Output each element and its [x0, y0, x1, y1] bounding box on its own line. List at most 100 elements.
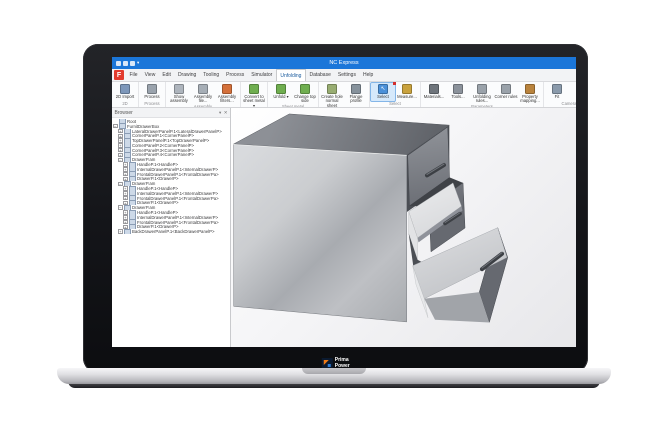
create-hole-normal-sheet-icon: [327, 84, 337, 94]
collapse-icon[interactable]: −: [118, 182, 123, 187]
ribbon-group-parameters: Materials... Tools... Unfolding rules...Co…: [421, 82, 544, 107]
quick-access-toolbar: ▾: [116, 61, 139, 66]
quick-undo-icon[interactable]: [123, 61, 128, 66]
top-button[interactable]: Top ▾: [569, 83, 576, 101]
button-label: Materials...: [424, 95, 444, 100]
measure-button[interactable]: Measure...: [395, 83, 419, 101]
fit-button[interactable]: Fit: [545, 83, 569, 101]
button-label: 2D Import: [116, 95, 134, 100]
collapse-icon[interactable]: −: [113, 124, 118, 129]
measure-icon: [402, 84, 412, 94]
corner-rules-button[interactable]: Corner rules: [494, 83, 518, 104]
tree-item-label: BackDrawerPanelP.1<BackDrawerPanelP>: [132, 229, 215, 234]
pin-icon[interactable]: ▾: [219, 110, 221, 116]
quick-access-caret-icon[interactable]: ▾: [137, 61, 139, 66]
tab-edit[interactable]: Edit: [159, 69, 175, 81]
button-label: Unfold ▾: [273, 95, 288, 100]
unfold-icon: [276, 84, 286, 94]
laptop-screen-shell: ▾ NC Express F FileViewEditDrawingToolin…: [83, 44, 588, 373]
collapse-icon[interactable]: −: [118, 158, 123, 163]
quick-redo-icon[interactable]: [130, 61, 135, 66]
unfolding-rules-icon: [477, 84, 487, 94]
ribbon-group-2d: 2D Import2D: [112, 82, 139, 107]
collapse-icon[interactable]: −: [118, 205, 123, 210]
tab-unfolding[interactable]: Unfolding: [276, 69, 306, 81]
browser-panel-title: Browser: [115, 110, 133, 116]
tab-tooling[interactable]: Tooling: [200, 69, 223, 81]
ribbon-group-assembly: Show assemblyAssembly file...Assembly fi…: [166, 82, 241, 107]
select-button[interactable]: ↖Select: [371, 83, 395, 101]
ribbon-group-sheet-metal: Unfold ▾Change top sideSheet metal: [268, 82, 319, 107]
laptop-base-notch: [302, 368, 366, 374]
change-top-side-icon: [300, 84, 310, 94]
tab-drawing[interactable]: Drawing: [174, 69, 199, 81]
ribbon-group-process: ProcessProcess: [139, 82, 166, 107]
window-title: NC Express: [329, 60, 358, 66]
button-label: Process: [144, 95, 159, 100]
unfolding-rules-button[interactable]: Unfolding rules...: [470, 83, 494, 104]
tab-database[interactable]: Database: [306, 69, 334, 81]
quick-save-icon[interactable]: [116, 61, 121, 66]
tab-process[interactable]: Process: [223, 69, 248, 81]
button-label: Property mapping...: [518, 95, 542, 104]
2d-import-button[interactable]: 2D Import: [113, 83, 137, 101]
tools-icon: [453, 84, 463, 94]
menu-tab-row: F FileViewEditDrawingToolingProcessSimul…: [112, 69, 576, 82]
ribbon-group-part: Convert to sheet metal ▾Part: [241, 82, 268, 107]
property-mapping-icon: [525, 84, 535, 94]
tools-button[interactable]: Tools...: [446, 83, 470, 104]
button-label: Flange profile: [344, 95, 368, 104]
button-label: Fit: [555, 95, 560, 100]
button-label: Corner rules: [494, 95, 517, 100]
assembly-file-icon: [198, 84, 208, 94]
corner-rules-icon: [501, 84, 511, 94]
change-top-side-button[interactable]: Change top side: [293, 83, 317, 104]
fit-icon: [552, 84, 562, 94]
tab-settings[interactable]: Settings: [334, 69, 359, 81]
cabinet-3d-model: [231, 108, 576, 347]
2d-import-icon: [120, 84, 130, 94]
laptop-base: [57, 368, 611, 384]
convert-to-sheet-metal-button[interactable]: Convert to sheet metal ▾: [242, 83, 266, 108]
button-label: Select: [377, 95, 389, 100]
tree-item[interactable]: + BackDrawerPanelP.1<BackDrawerPanelP>: [112, 229, 230, 234]
close-icon[interactable]: ✕: [224, 110, 228, 116]
tab-help[interactable]: Help: [359, 69, 376, 81]
ribbon-group-flat-pattern: Create hole normal sheetFlange profileFl…: [319, 82, 370, 107]
ribbon-group-camera: FitTop ▾Camera: [544, 82, 576, 107]
show-assembly-button[interactable]: Show assembly: [167, 83, 191, 104]
assembly-file-button[interactable]: Assembly file...: [191, 83, 215, 104]
menu-tabs: FileViewEditDrawingToolingProcessSimulat…: [126, 69, 377, 81]
workspace: Browser ▾ ✕ Root−FurnitDrawerBox+Lateral…: [112, 108, 576, 347]
button-label: Assembly filters...: [215, 95, 239, 104]
ribbon-group-label: Select: [371, 101, 419, 107]
button-label: Unfolding rules...: [470, 95, 494, 104]
button-label: Convert to sheet metal ▾: [242, 95, 266, 109]
assembly-filters-button[interactable]: Assembly filters...: [215, 83, 239, 104]
app-logo-icon[interactable]: F: [114, 70, 124, 80]
page-background: ▾ NC Express F FileViewEditDrawingToolin…: [0, 0, 665, 436]
tab-view[interactable]: View: [141, 69, 159, 81]
tab-file[interactable]: File: [126, 69, 141, 81]
process-button[interactable]: Process: [140, 83, 164, 101]
flange-profile-button[interactable]: Flange profile: [344, 83, 368, 108]
tab-simulator[interactable]: Simulator: [248, 69, 276, 81]
part-icon: [124, 229, 131, 234]
ribbon-group-select: ↖SelectMeasure...Select: [370, 82, 421, 107]
button-label: Change top side: [293, 95, 317, 104]
window-titlebar: ▾ NC Express: [112, 57, 576, 69]
process-icon: [147, 84, 157, 94]
property-mapping-button[interactable]: Property mapping...: [518, 83, 542, 104]
flange-profile-icon: [351, 84, 361, 94]
materials-button[interactable]: Materials...: [422, 83, 446, 104]
model-tree: Root−FurnitDrawerBox+LateralDrawerPanelP…: [112, 118, 230, 347]
expand-icon[interactable]: +: [118, 229, 123, 234]
button-label: Create hole normal sheet: [320, 95, 344, 109]
unfold-button[interactable]: Unfold ▾: [269, 83, 293, 104]
button-label: Tools...: [451, 95, 464, 100]
show-assembly-icon: [174, 84, 184, 94]
browser-panel: Browser ▾ ✕ Root−FurnitDrawerBox+Lateral…: [112, 108, 231, 347]
viewport-3d[interactable]: [231, 108, 576, 347]
create-hole-normal-sheet-button[interactable]: Create hole normal sheet: [320, 83, 344, 108]
ribbon-toolbar: 2D Import2DProcessProcessShow assemblyAs…: [112, 82, 576, 108]
